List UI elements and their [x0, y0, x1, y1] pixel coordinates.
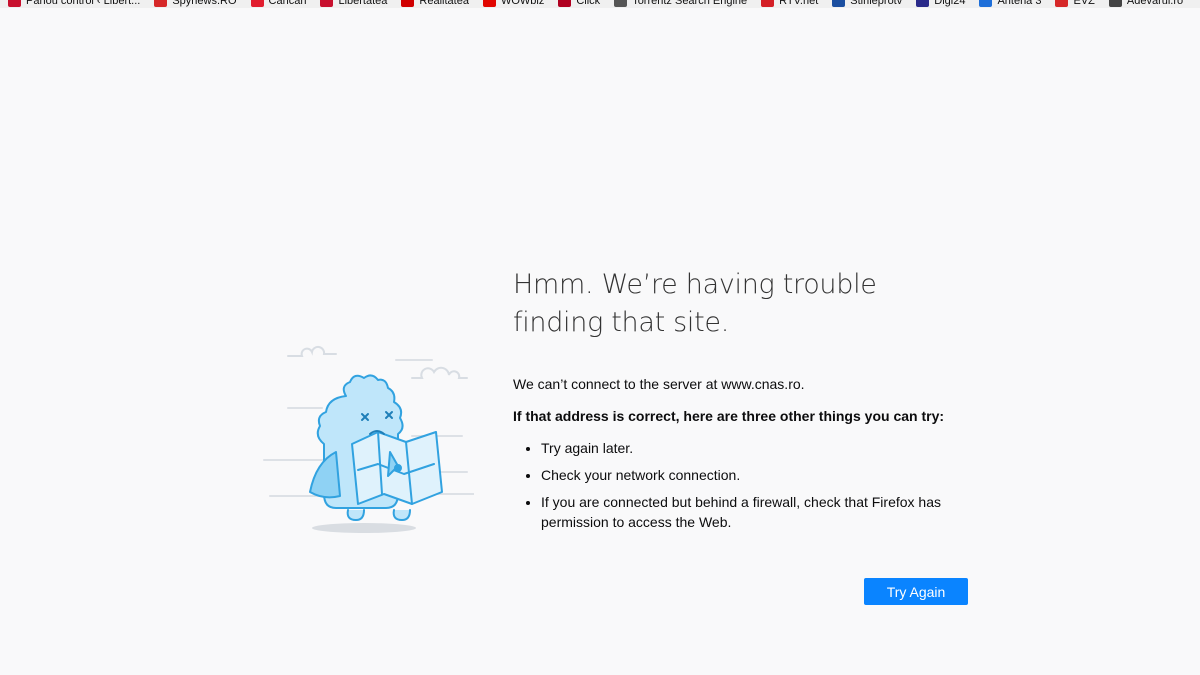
bookmark-item[interactable]: Panou control ‹ Libert...: [8, 0, 140, 7]
bookmark-label: Torrentz Search Engine: [632, 0, 748, 7]
list-item: If you are connected but behind a firewa…: [541, 492, 983, 532]
list-item: Check your network connection.: [541, 465, 983, 485]
try-again-button[interactable]: Try Again: [864, 578, 968, 605]
bookmark-label: Stirileprotv: [850, 0, 903, 7]
wowbiz-icon: [482, 0, 496, 7]
page-title: Hmm. We’re having trouble finding that s…: [513, 266, 983, 342]
bookmark-label: Libertatea: [338, 0, 388, 7]
suggestions-list: Try again later. Check your network conn…: [513, 438, 983, 532]
bookmark-label: Adevarul.ro: [1126, 0, 1184, 7]
bookmark-label: Digi24: [934, 0, 966, 7]
bookmark-item[interactable]: Adevarul.ro: [1108, 0, 1184, 7]
cloud-icon: [287, 345, 468, 379]
evz-icon: [1055, 0, 1069, 7]
bookmark-item[interactable]: WOWbiz: [482, 0, 545, 7]
bookmark-item[interactable]: Cancan: [250, 0, 307, 7]
bookmark-item[interactable]: EVZ: [1055, 0, 1095, 7]
bookmark-label: WOWbiz: [500, 0, 545, 7]
protv-icon: [832, 0, 846, 7]
click-icon: [558, 0, 572, 7]
suggestions-heading: If that address is correct, here are thr…: [513, 408, 945, 424]
shadow: [312, 523, 416, 533]
dinosaur-body: [309, 374, 443, 521]
realitatea-icon: [401, 0, 415, 7]
lost-dinosaur-illustration: [263, 345, 474, 533]
bookmark-item[interactable]: Antena 3: [979, 0, 1041, 7]
bookmark-item[interactable]: Torrentz Search Engine: [614, 0, 747, 7]
bookmarks-toolbar: Panou control ‹ Libert... Spynews.RO Canca…: [0, 0, 1200, 8]
bookmark-label: Realitatea: [419, 0, 469, 7]
bookmark-label: Cancan: [268, 0, 307, 7]
antena3-icon: [979, 0, 993, 7]
list-item: Try again later.: [541, 438, 983, 458]
bookmark-label: Spynews.RO: [172, 0, 237, 7]
libertatea-icon: [320, 0, 334, 7]
title-line-1: Hmm. We’re having trouble: [513, 269, 877, 300]
bookmark-item[interactable]: Stirileprotv: [832, 0, 902, 7]
bookmark-label: RTV.net: [779, 0, 819, 7]
bookmark-item[interactable]: Libertatea: [320, 0, 387, 7]
bookmark-item[interactable]: Digi24: [916, 0, 965, 7]
bookmark-item[interactable]: RTV.net: [761, 0, 818, 7]
bookmark-item[interactable]: Spynews.RO: [154, 0, 237, 7]
bookmark-label: EVZ: [1073, 0, 1095, 7]
globe-icon: [614, 0, 628, 7]
libertatea-icon: [8, 0, 21, 7]
bookmark-label: Antena 3: [997, 0, 1042, 7]
bookmark-label: Panou control ‹ Libert...: [26, 0, 141, 7]
bookmark-item[interactable]: Realitatea: [401, 0, 469, 7]
bookmark-label: Click: [576, 0, 601, 7]
rtv-icon: [761, 0, 775, 7]
error-description: We can’t connect to the server at www.cn…: [513, 376, 805, 392]
cancan-icon: [250, 0, 264, 7]
spynews-icon: [154, 0, 168, 7]
bookmark-item[interactable]: Click: [558, 0, 600, 7]
adevarul-icon: [1108, 0, 1122, 7]
digi24-icon: [916, 0, 930, 7]
title-line-2: finding that site.: [513, 307, 730, 338]
error-content: Hmm. We’re having trouble finding that s…: [513, 266, 983, 539]
